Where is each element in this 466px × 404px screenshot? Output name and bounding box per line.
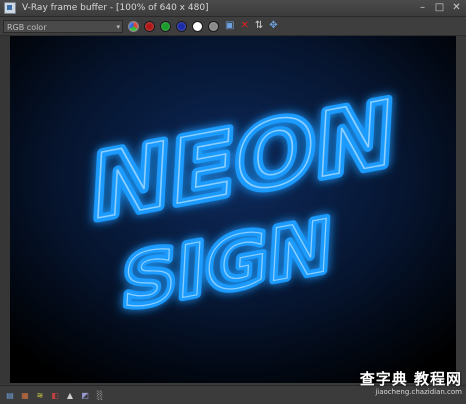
- status-bar: ▤ ▦ ≋ ◧ ▲ ◩ ░: [0, 385, 466, 404]
- render-canvas[interactable]: NEON NEON SIGN SIGN: [10, 36, 456, 383]
- pixel-aspect-icon[interactable]: ░: [95, 391, 105, 400]
- clear-icon[interactable]: ✕: [240, 20, 248, 32]
- channel-select-value: RGB color: [7, 22, 47, 32]
- chevron-down-icon: ▾: [116, 22, 120, 31]
- vray-app-icon: [4, 2, 16, 14]
- track-mouse-icon[interactable]: ⇅: [255, 20, 263, 32]
- toolbar: RGB color ▾ ▣ ✕ ⇅ ✥: [0, 17, 466, 36]
- maximize-button[interactable]: □: [434, 2, 445, 13]
- title-bar: V-Ray frame buffer - [100% of 640 x 480]…: [0, 0, 466, 17]
- monochrome-icon[interactable]: [208, 20, 219, 32]
- channel-select[interactable]: RGB color ▾: [3, 19, 123, 33]
- green-channel-icon[interactable]: [160, 20, 171, 32]
- region-render-icon[interactable]: ✥: [269, 20, 277, 32]
- lut-icon[interactable]: ◩: [80, 391, 90, 400]
- left-border: [0, 36, 10, 384]
- red-channel-icon[interactable]: [144, 20, 155, 32]
- rgb-channels-icon[interactable]: [128, 20, 139, 32]
- window-controls: – □ ✕: [417, 2, 462, 13]
- save-icon[interactable]: ▣: [225, 20, 234, 32]
- close-button[interactable]: ✕: [451, 2, 462, 13]
- color-corrections-icon[interactable]: ▤: [5, 391, 15, 400]
- levels-icon[interactable]: ▦: [20, 391, 30, 400]
- window-title: V-Ray frame buffer - [100% of 640 x 480]: [22, 3, 209, 13]
- neon-sign-render: NEON NEON SIGN SIGN: [10, 36, 456, 383]
- alpha-channel-icon[interactable]: [192, 20, 203, 32]
- blue-channel-icon[interactable]: [176, 20, 187, 32]
- curve-icon[interactable]: ≋: [35, 391, 45, 400]
- histogram-icon[interactable]: ▲: [65, 391, 75, 400]
- minimize-button[interactable]: –: [417, 2, 428, 13]
- exposure-icon[interactable]: ◧: [50, 391, 60, 400]
